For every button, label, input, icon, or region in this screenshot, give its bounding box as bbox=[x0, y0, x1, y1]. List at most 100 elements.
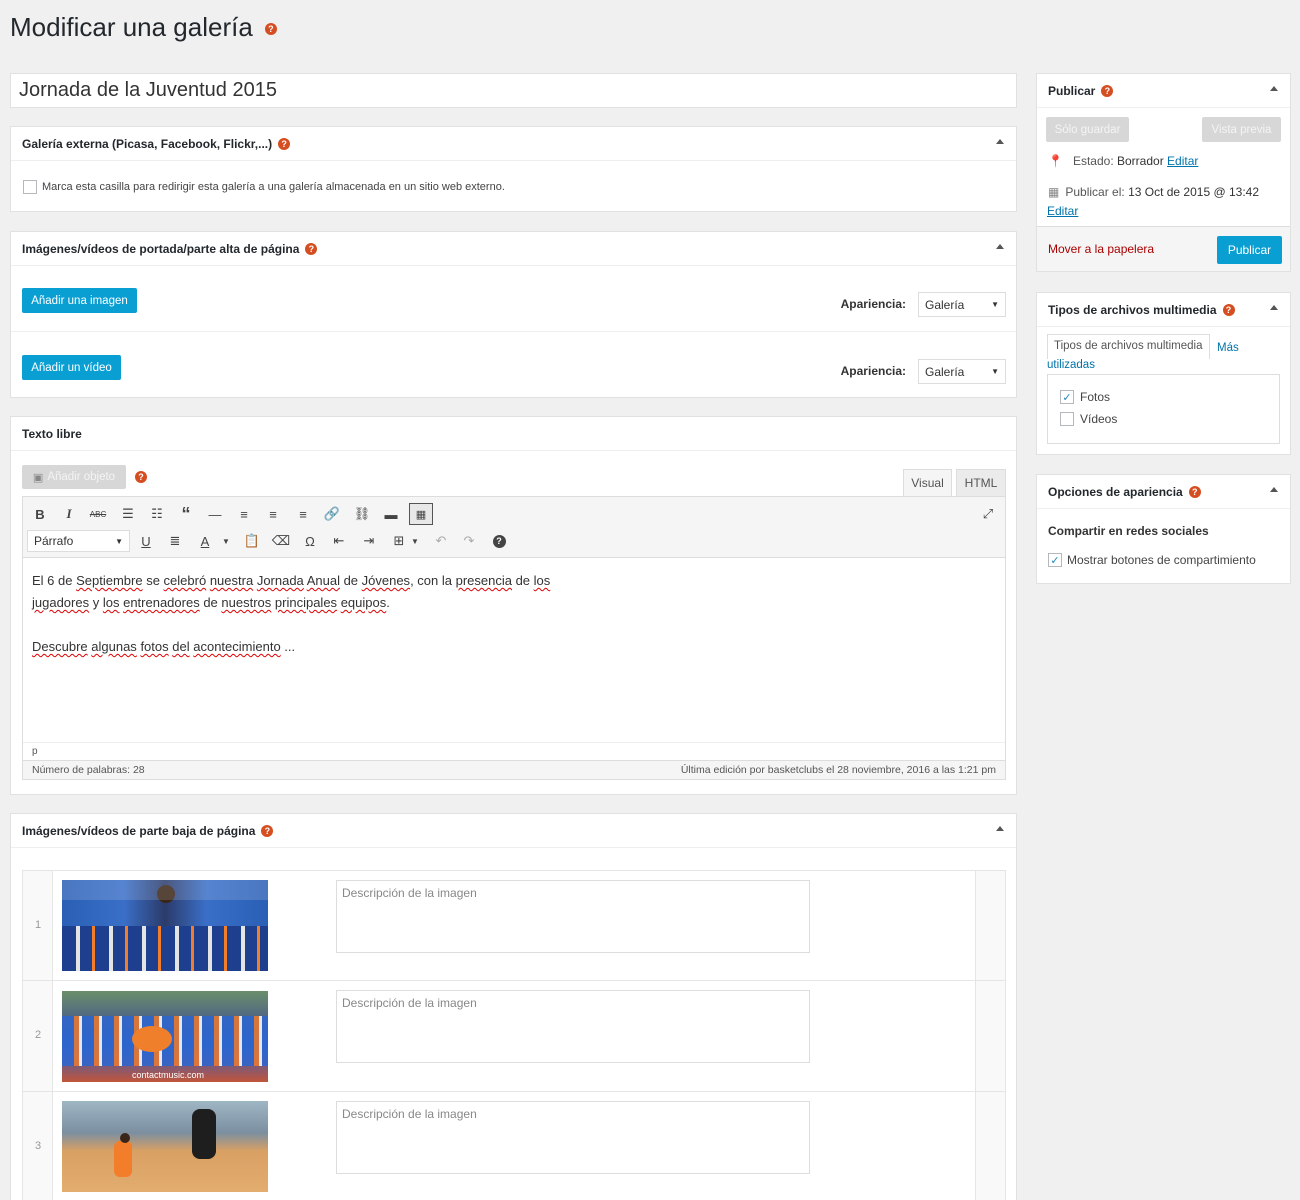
box-header[interactable]: Imágenes/vídeos de portada/parte alta de… bbox=[11, 232, 1016, 266]
chevron-down-icon: ▼ bbox=[991, 367, 999, 376]
link-icon[interactable]: 🔗 bbox=[322, 504, 342, 524]
chevron-down-icon[interactable]: ▼ bbox=[405, 531, 425, 551]
top-media-box: Imágenes/vídeos de portada/parte alta de… bbox=[10, 231, 1017, 398]
paste-text-icon[interactable]: 📋 bbox=[242, 531, 262, 551]
preview-button[interactable]: Vista previa bbox=[1202, 117, 1281, 142]
clear-format-icon[interactable]: ⌫ bbox=[271, 531, 291, 551]
tab-html[interactable]: HTML bbox=[956, 469, 1006, 496]
add-video-button[interactable]: Añadir un vídeo bbox=[22, 355, 121, 380]
appearance-label: Apariencia: bbox=[840, 297, 906, 311]
videos-checkbox[interactable] bbox=[1060, 412, 1074, 426]
read-more-icon[interactable]: ▬ bbox=[381, 504, 401, 524]
media-types-box: Tipos de archivos multimedia? Tipos de a… bbox=[1036, 292, 1291, 455]
horizontal-line-icon[interactable]: — bbox=[205, 504, 225, 524]
justify-icon[interactable]: ≣ bbox=[165, 531, 185, 551]
box-header[interactable]: Galería externa (Picasa, Facebook, Flick… bbox=[11, 127, 1016, 161]
editor-path: p bbox=[23, 742, 1005, 760]
collapse-arrow-icon[interactable] bbox=[1270, 305, 1278, 310]
watermark-text: contactmusic.com bbox=[132, 1070, 205, 1080]
underline-icon[interactable]: U bbox=[136, 531, 156, 551]
image-description-textarea[interactable]: Descripción de la imagen bbox=[336, 1101, 810, 1174]
publish-box: Publicar? Sólo guardar Vista previa 📍 Es… bbox=[1036, 73, 1291, 272]
tab-most-used[interactable]: Más utilizadas bbox=[1047, 340, 1277, 374]
free-text-box: Texto libre ▣ Añadir objeto ? Visual HTML… bbox=[10, 416, 1017, 795]
save-draft-button[interactable]: Sólo guardar bbox=[1046, 117, 1129, 142]
fullscreen-icon[interactable]: ⤢ bbox=[978, 504, 998, 524]
align-left-icon[interactable]: ≡ bbox=[234, 504, 254, 524]
fotos-checkbox[interactable]: ✓ bbox=[1060, 390, 1074, 404]
collapse-arrow-icon[interactable] bbox=[996, 826, 1004, 831]
external-gallery-box: Galería externa (Picasa, Facebook, Flick… bbox=[10, 126, 1017, 212]
help-icon[interactable]: ? bbox=[305, 242, 318, 255]
media-table: 1 Descripción de la imagen 2 contactmusi… bbox=[22, 870, 1006, 1200]
trash-link[interactable]: Mover a la papelera bbox=[1048, 242, 1154, 256]
editor-toolbar: B I ABC ☰ ☷ “ — ≡ ≡ ≡ 🔗 ⛓ ▬ ▦ ⤢ Párrafo ▼… bbox=[23, 497, 1005, 558]
collapse-arrow-icon[interactable] bbox=[1270, 86, 1278, 91]
help-icon[interactable]: ? bbox=[135, 471, 147, 483]
gallery-image[interactable] bbox=[62, 1101, 268, 1192]
table-row: 1 Descripción de la imagen bbox=[23, 871, 1005, 981]
undo-icon[interactable]: ↶ bbox=[431, 531, 451, 551]
media-icon: ▣ bbox=[32, 471, 44, 484]
appearance-select-image[interactable]: Galería ▼ bbox=[918, 292, 1006, 317]
outdent-icon[interactable]: ⇤ bbox=[329, 531, 349, 551]
italic-icon[interactable]: I bbox=[59, 504, 79, 524]
content-line-1: El 6 de Septiembre se celebró nuestra Jo… bbox=[32, 573, 551, 588]
appearance-label: Apariencia: bbox=[840, 364, 906, 378]
help-icon[interactable]: ? bbox=[1222, 303, 1235, 316]
edit-date-link[interactable]: Editar bbox=[1047, 204, 1078, 218]
box-header[interactable]: Imágenes/vídeos de parte baja de página? bbox=[11, 814, 1016, 848]
add-object-button[interactable]: ▣ Añadir objeto bbox=[22, 465, 126, 489]
redo-icon[interactable]: ↷ bbox=[459, 531, 479, 551]
table-row: 2 contactmusic.com Descripción de la ima… bbox=[23, 981, 1005, 1092]
toolbar-toggle-icon[interactable]: ▦ bbox=[409, 503, 433, 525]
tab-visual[interactable]: Visual bbox=[903, 469, 952, 496]
box-header[interactable]: Tipos de archivos multimedia? bbox=[1037, 293, 1290, 327]
bold-icon[interactable]: B bbox=[30, 504, 50, 524]
strikethrough-icon[interactable]: ABC bbox=[88, 504, 108, 524]
gallery-image[interactable]: contactmusic.com bbox=[62, 991, 268, 1082]
word-count: Número de palabras: 28 bbox=[32, 764, 145, 776]
help-icon[interactable]: ? bbox=[264, 23, 277, 36]
indent-icon[interactable]: ⇥ bbox=[359, 531, 379, 551]
media-types-list: ✓ Fotos Vídeos bbox=[1047, 374, 1280, 444]
unlink-icon[interactable]: ⛓ bbox=[352, 504, 372, 524]
help-icon[interactable]: ? bbox=[1101, 84, 1114, 97]
title-input[interactable]: Jornada de la Juventud 2015 bbox=[10, 73, 1017, 108]
blockquote-icon[interactable]: “ bbox=[176, 504, 196, 524]
format-select[interactable]: Párrafo ▼ bbox=[27, 530, 130, 552]
image-description-textarea[interactable]: Descripción de la imagen bbox=[336, 990, 810, 1063]
pin-icon: 📍 bbox=[1048, 154, 1063, 168]
align-right-icon[interactable]: ≡ bbox=[293, 504, 313, 524]
align-center-icon[interactable]: ≡ bbox=[263, 504, 283, 524]
box-header[interactable]: Opciones de apariencia? bbox=[1037, 475, 1290, 509]
edit-status-link[interactable]: Editar bbox=[1167, 154, 1198, 168]
box-header: Texto libre bbox=[11, 417, 1016, 451]
table-row: 3 Descripción de la imagen bbox=[23, 1092, 1005, 1200]
special-char-icon[interactable]: Ω bbox=[300, 531, 320, 551]
box-header[interactable]: Publicar? bbox=[1037, 74, 1290, 108]
publish-button[interactable]: Publicar bbox=[1217, 236, 1282, 264]
help-icon[interactable]: ? bbox=[1188, 485, 1201, 498]
editor-content[interactable]: El 6 de Septiembre se celebró nuestra Jo… bbox=[32, 570, 992, 658]
help-icon[interactable]: ? bbox=[278, 137, 291, 150]
chevron-down-icon[interactable]: ▼ bbox=[216, 531, 236, 551]
chevron-down-icon: ▼ bbox=[991, 300, 999, 309]
collapse-arrow-icon[interactable] bbox=[1270, 487, 1278, 492]
external-checkbox[interactable] bbox=[23, 180, 37, 194]
keyboard-help-icon[interactable]: ? bbox=[489, 531, 509, 551]
help-icon[interactable]: ? bbox=[261, 824, 274, 837]
appearance-select-video[interactable]: Galería ▼ bbox=[918, 359, 1006, 384]
add-image-button[interactable]: Añadir una imagen bbox=[22, 288, 137, 313]
share-buttons-checkbox[interactable]: ✓ bbox=[1048, 553, 1062, 567]
calendar-icon: ▦ bbox=[1048, 185, 1060, 199]
chevron-down-icon: ▼ bbox=[115, 536, 123, 546]
gallery-image[interactable] bbox=[62, 880, 268, 971]
numbered-list-icon[interactable]: ☷ bbox=[147, 504, 167, 524]
text-color-icon[interactable]: A bbox=[195, 531, 215, 551]
page-title: Modificar una galería? bbox=[10, 12, 277, 43]
collapse-arrow-icon[interactable] bbox=[996, 244, 1004, 249]
bullet-list-icon[interactable]: ☰ bbox=[118, 504, 138, 524]
collapse-arrow-icon[interactable] bbox=[996, 139, 1004, 144]
image-description-textarea[interactable]: Descripción de la imagen bbox=[336, 880, 810, 953]
